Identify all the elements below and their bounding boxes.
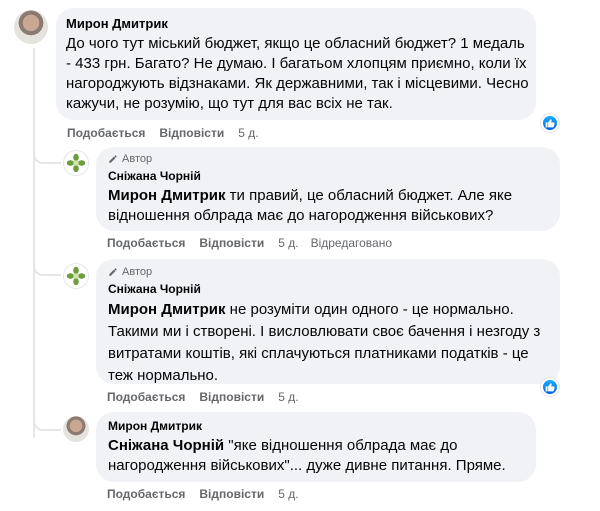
thread-branch [33, 411, 61, 431]
author-badge: Автор [108, 266, 152, 278]
edited-label: Відредаговано [310, 236, 393, 250]
avatar[interactable] [63, 416, 89, 442]
reply-button[interactable]: Відповісти [199, 390, 264, 404]
comment-author[interactable]: Сніжана Чорній [108, 169, 201, 183]
like-button[interactable]: Подобається [67, 126, 145, 140]
comment-actions: Подобається Відповісти 5 д. [67, 126, 271, 140]
flower-icon [64, 264, 88, 288]
mention-link[interactable]: Мирон Дмитрик [108, 301, 226, 318]
comment-author[interactable]: Сніжана Чорній [108, 282, 201, 296]
reply-button[interactable]: Відповісти [159, 126, 224, 140]
comment-actions: Подобається Відповісти 5 д. [107, 487, 311, 501]
pencil-icon [109, 268, 117, 276]
comment-author[interactable]: Мирон Дмитрик [66, 16, 168, 31]
mention-link[interactable]: Сніжана Чорній [108, 437, 224, 454]
comment-actions: Подобається Відповісти 5 д. [107, 390, 311, 404]
comment-actions: Подобається Відповісти 5 д. Відредагован… [107, 236, 392, 250]
comment-author[interactable]: Мирон Дмитрик [108, 419, 202, 433]
timestamp[interactable]: 5 д. [278, 390, 298, 404]
reply-button[interactable]: Відповісти [199, 487, 264, 501]
thread-connector [33, 48, 35, 438]
comment-text: Сніжана Чорній "яке відношення облрада м… [108, 437, 506, 474]
thread-branch [33, 256, 61, 276]
thread-branch [33, 144, 61, 164]
author-badge: Автор [108, 153, 152, 165]
reply-button[interactable]: Відповісти [199, 236, 264, 250]
like-icon[interactable] [541, 114, 559, 132]
comment-text: Мирон Дмитрик ти правий, це обласний бюд… [108, 187, 513, 224]
avatar[interactable] [63, 150, 89, 176]
timestamp[interactable]: 5 д. [278, 487, 298, 501]
like-button[interactable]: Подобається [107, 390, 185, 404]
like-button[interactable]: Подобається [107, 487, 185, 501]
timestamp[interactable]: 5 д. [278, 236, 298, 250]
flower-icon [64, 151, 88, 175]
like-button[interactable]: Подобається [107, 236, 185, 250]
comment-text: До чого тут міський бюджет, якщо це обла… [66, 35, 529, 112]
comment-text: Мирон Дмитрик не розуміти один одного - … [108, 301, 541, 384]
like-icon[interactable] [541, 378, 559, 396]
avatar[interactable] [63, 263, 89, 289]
avatar[interactable] [14, 10, 48, 44]
pencil-icon [109, 155, 117, 163]
timestamp[interactable]: 5 д. [238, 126, 258, 140]
mention-link[interactable]: Мирон Дмитрик [108, 187, 226, 204]
